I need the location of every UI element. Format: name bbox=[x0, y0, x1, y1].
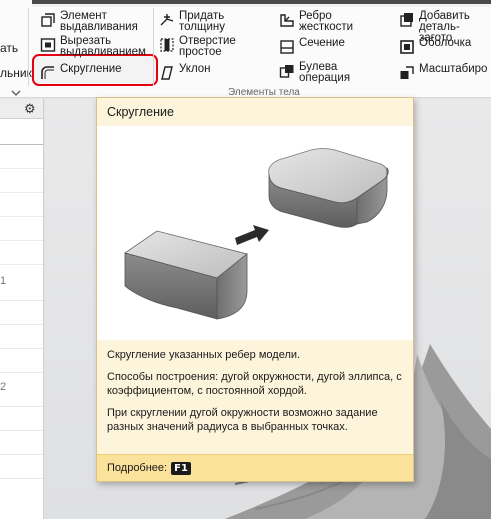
ribbon-collapse-chevron-icon[interactable] bbox=[8, 88, 28, 97]
shell-button[interactable]: Оболочка bbox=[399, 37, 472, 55]
scale-button[interactable]: Масштабиро bbox=[399, 63, 488, 81]
rib-button[interactable]: Ребро жесткости bbox=[279, 10, 354, 33]
tree-row[interactable] bbox=[0, 431, 43, 455]
arrow-right-icon bbox=[235, 225, 269, 245]
source-block bbox=[124, 230, 248, 320]
fillet-label: Скругление bbox=[60, 63, 122, 75]
hole-simple-label: Отверстие простое bbox=[179, 35, 236, 58]
tree-row[interactable] bbox=[0, 301, 43, 325]
hole-icon bbox=[159, 37, 175, 53]
thicken-label: Придать толщину bbox=[179, 10, 225, 33]
f1-key-badge[interactable]: F1 bbox=[171, 462, 191, 475]
boolean-label: Булева операция bbox=[299, 61, 351, 84]
cut-extrude-label: Вырезать выдавливанием bbox=[60, 35, 146, 58]
rib-label: Ребро жесткости bbox=[299, 10, 354, 33]
cut-extrude-button[interactable]: Вырезать выдавливанием bbox=[40, 35, 146, 58]
shell-label: Оболочка bbox=[419, 37, 472, 49]
tooltip-illustration bbox=[97, 126, 413, 340]
tree-row[interactable] bbox=[0, 193, 43, 217]
section-icon bbox=[279, 39, 295, 55]
tooltip-description: Скругление указанных ребер модели. Спосо… bbox=[97, 340, 413, 454]
hole-simple-button[interactable]: Отверстие простое bbox=[159, 35, 236, 58]
extrude-icon bbox=[40, 12, 56, 28]
boolean-icon bbox=[279, 63, 295, 79]
model-tree-panel: ⚙ 1 2 bbox=[0, 99, 44, 519]
fillet-icon bbox=[40, 65, 56, 81]
tooltip-more-label: Подробнее: bbox=[107, 462, 168, 474]
draft-button[interactable]: Уклон bbox=[159, 63, 211, 81]
thicken-icon bbox=[159, 12, 175, 28]
thicken-button[interactable]: Придать толщину bbox=[159, 10, 225, 33]
tree-row[interactable] bbox=[0, 169, 43, 193]
section-label: Сечение bbox=[299, 37, 345, 49]
boolean-button[interactable]: Булева операция bbox=[279, 61, 351, 84]
tooltip-footer: Подробнее: F1 bbox=[97, 454, 413, 481]
ribbon-top-strip bbox=[32, 0, 491, 7]
ribbon: ать льник Элемент выдавливания Вырезать … bbox=[0, 0, 491, 98]
scale-icon bbox=[399, 65, 415, 81]
tree-row[interactable] bbox=[0, 119, 43, 145]
draft-icon bbox=[159, 65, 175, 81]
tooltip-desc-1: Скругление указанных ребер модели. bbox=[107, 349, 301, 361]
tree-panel-header: ⚙ bbox=[0, 99, 43, 119]
tree-row[interactable] bbox=[0, 325, 43, 349]
scale-label: Масштабиро bbox=[419, 63, 488, 75]
result-block bbox=[268, 148, 389, 228]
add-blank-icon bbox=[399, 12, 415, 28]
draft-label: Уклон bbox=[179, 63, 211, 75]
ribbon-separator bbox=[28, 8, 29, 86]
tree-row[interactable] bbox=[0, 407, 43, 431]
tree-row[interactable] bbox=[0, 455, 43, 479]
tooltip-desc-3: При скруглении дугой окружности возможно… bbox=[107, 407, 378, 433]
tree-row[interactable] bbox=[0, 349, 43, 373]
fillet-button[interactable]: Скругление bbox=[40, 63, 122, 81]
section-button[interactable]: Сечение bbox=[279, 37, 345, 55]
ribbon-separator bbox=[153, 8, 154, 86]
tree-row[interactable] bbox=[0, 145, 43, 169]
element-extrude-label: Элемент выдавливания bbox=[60, 10, 138, 33]
settings-gear-icon[interactable]: ⚙ bbox=[24, 101, 36, 117]
shell-icon bbox=[399, 39, 415, 55]
cut-extrude-icon bbox=[40, 37, 56, 53]
tooltip-desc-2: Способы построения: дугой окружности, ду… bbox=[107, 371, 402, 397]
tree-row[interactable] bbox=[0, 217, 43, 241]
element-extrude-button[interactable]: Элемент выдавливания bbox=[40, 10, 138, 33]
tree-row[interactable]: 2 bbox=[0, 373, 43, 407]
rib-icon bbox=[279, 12, 295, 28]
fillet-tooltip: Скругление Скругление указанных ребер мо… bbox=[96, 97, 414, 482]
tree-row[interactable]: 1 bbox=[0, 265, 43, 301]
ribbon-cut-label-1: ать bbox=[0, 41, 19, 55]
tooltip-title: Скругление bbox=[97, 98, 413, 126]
tree-row[interactable] bbox=[0, 241, 43, 265]
